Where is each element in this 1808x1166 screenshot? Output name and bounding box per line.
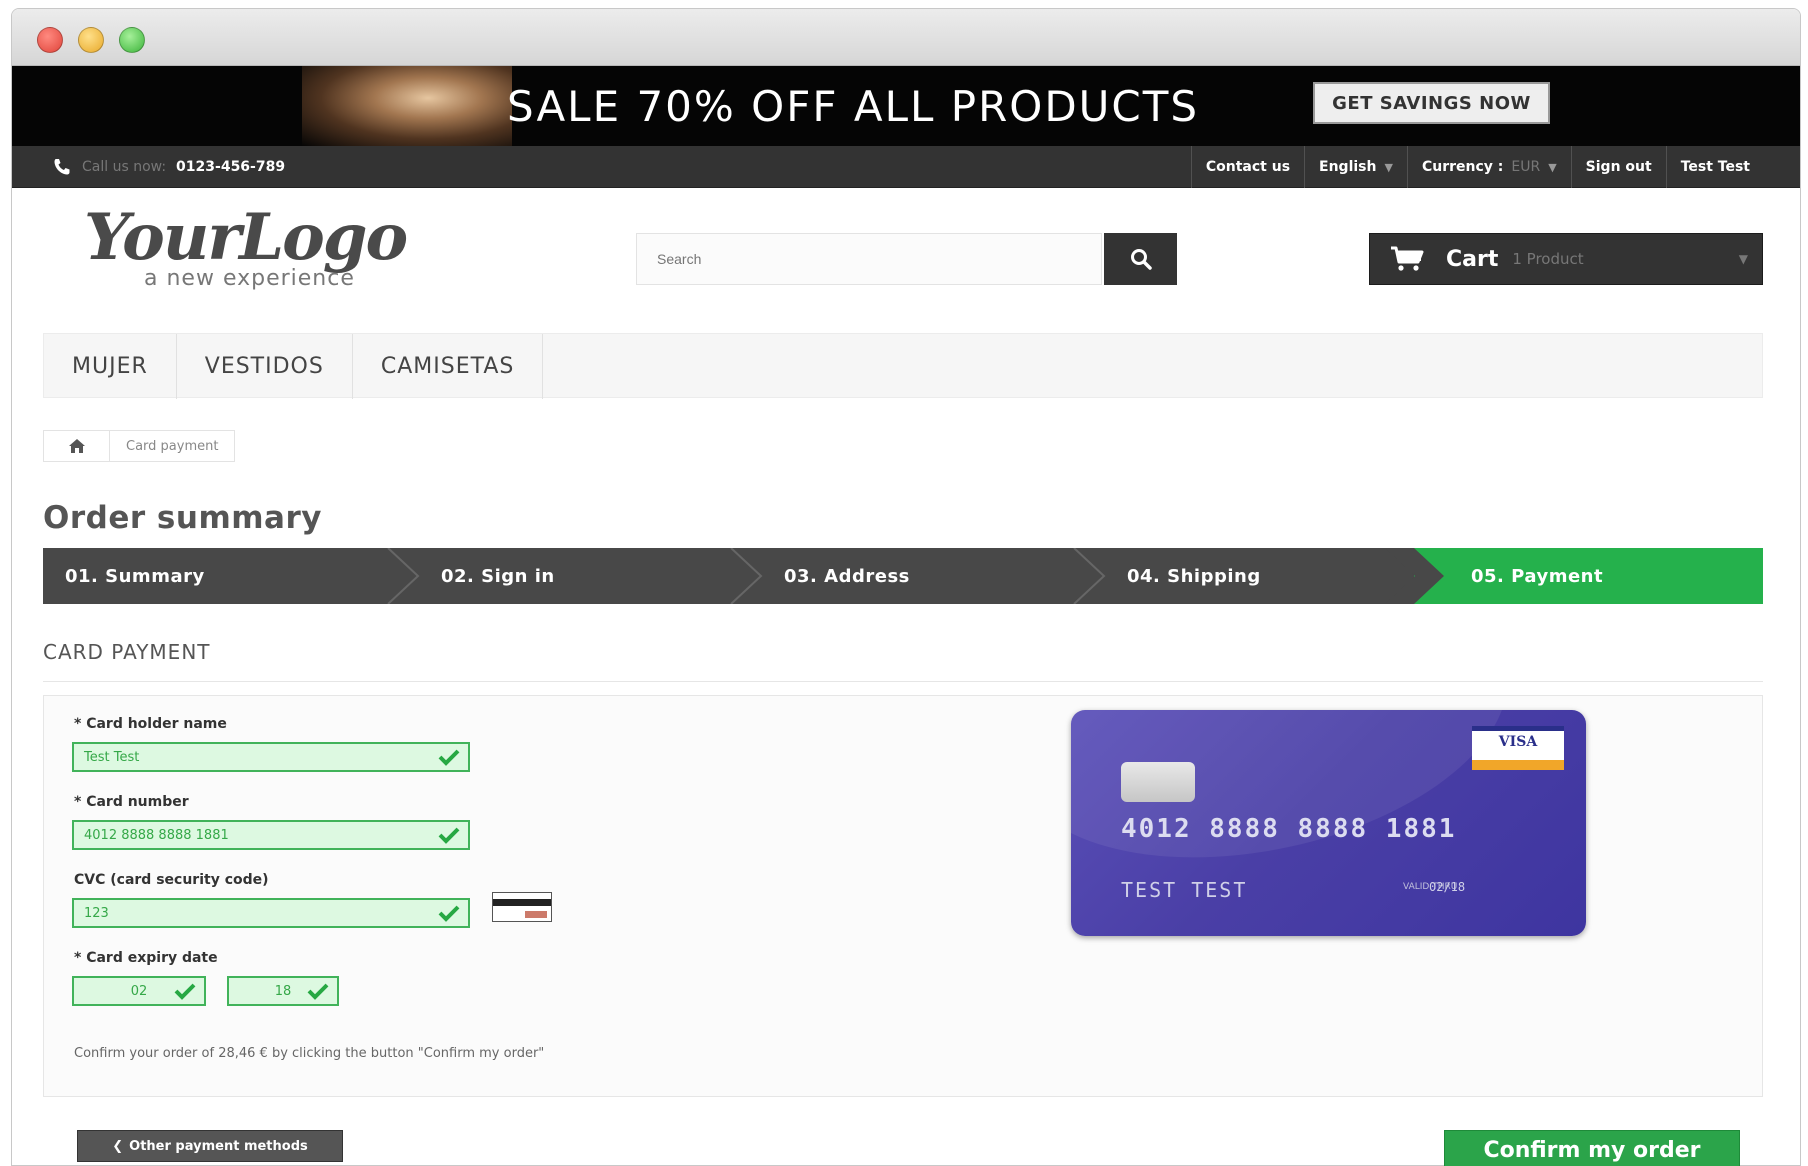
- card-number-field[interactable]: 4012 8888 8888 1881: [72, 820, 470, 850]
- phone-icon: [54, 159, 70, 175]
- checkmark-icon: [438, 749, 460, 766]
- currency-label: Currency :: [1421, 159, 1504, 175]
- card-preview-expiry: 02/18: [1429, 880, 1466, 894]
- currency-selector[interactable]: Currency : EUR ▼: [1406, 146, 1571, 188]
- section-divider: [43, 681, 1763, 682]
- visa-logo-icon: VISA: [1472, 726, 1564, 770]
- search-icon: [1130, 249, 1152, 270]
- cart-count: 1 Product: [1512, 250, 1584, 268]
- holder-label: * Card holder name: [74, 716, 227, 732]
- cvc-field[interactable]: 123: [72, 898, 470, 928]
- expiry-year-select[interactable]: 18: [227, 976, 339, 1006]
- call-label: Call us now:: [82, 159, 167, 175]
- number-label: * Card number: [74, 794, 189, 810]
- close-window-button[interactable]: [37, 27, 63, 53]
- expiry-month-select[interactable]: 02: [72, 976, 206, 1006]
- step-address[interactable]: 03. Address: [784, 548, 910, 604]
- minimize-window-button[interactable]: [78, 27, 104, 53]
- section-heading: CARD PAYMENT: [43, 640, 211, 664]
- logo-wordmark: YourLogo: [84, 200, 408, 275]
- promo-banner[interactable]: SALE 70% OFF ALL PRODUCTS GET SAVINGS NO…: [12, 66, 1800, 146]
- other-payment-methods-button[interactable]: ❮ Other payment methods: [77, 1130, 343, 1162]
- card-chip-icon: [1121, 762, 1195, 802]
- sign-out-label: Sign out: [1585, 159, 1652, 175]
- card-holder-field[interactable]: Test Test: [72, 742, 470, 772]
- checkmark-icon: [307, 983, 329, 1000]
- confirm-order-button[interactable]: Confirm my order: [1444, 1130, 1740, 1166]
- menu-item-vestidos[interactable]: VESTIDOS: [177, 334, 353, 399]
- menu-item-mujer[interactable]: MUJER: [44, 334, 177, 399]
- chevron-down-icon: ▼: [1548, 160, 1557, 174]
- page-title: Order summary: [43, 500, 322, 536]
- phone-number: 0123-456-789: [176, 159, 286, 175]
- main-menu: MUJER VESTIDOS CAMISETAS: [43, 333, 1763, 399]
- card-preview-holder: TEST TEST: [1121, 878, 1248, 902]
- maximize-window-button[interactable]: [119, 27, 145, 53]
- get-savings-button[interactable]: GET SAVINGS NOW: [1313, 82, 1550, 124]
- contact-us-link[interactable]: Contact us: [1190, 146, 1304, 188]
- checkmark-icon: [174, 983, 196, 1000]
- contact-us-label: Contact us: [1205, 159, 1291, 175]
- account-name: Test Test: [1680, 159, 1750, 175]
- cvc-label: CVC (card security code): [74, 872, 269, 888]
- cart-icon: [1391, 246, 1424, 271]
- banner-headline: SALE 70% OFF ALL PRODUCTS: [507, 82, 1200, 131]
- search-button[interactable]: [1104, 233, 1177, 285]
- currency-value: EUR: [1511, 159, 1541, 175]
- home-icon: [68, 439, 85, 453]
- other-payment-methods-label: Other payment methods: [129, 1138, 308, 1154]
- checkout-steps: 01. Summary 02. Sign in 03. Address 04. …: [43, 548, 1763, 604]
- step-shipping[interactable]: 04. Shipping: [1127, 548, 1261, 604]
- card-preview-number: 4012 8888 8888 1881: [1121, 814, 1457, 844]
- window-titlebar: [12, 9, 1800, 66]
- confirm-instructions: Confirm your order of 28,46 € by clickin…: [74, 1046, 545, 1061]
- expiry-label: * Card expiry date: [74, 950, 218, 966]
- logo-tagline: a new experience: [144, 266, 355, 291]
- language-label: English: [1319, 159, 1377, 175]
- chevron-down-icon: ▼: [1384, 160, 1393, 174]
- credit-card-preview: VISA 4012 8888 8888 1881 TEST TEST VALID…: [1071, 710, 1586, 936]
- expiry-year-value: 18: [274, 983, 292, 999]
- card-brand: VISA: [1498, 734, 1538, 750]
- cvc-card-back-icon: [492, 892, 552, 922]
- top-nav-links: Contact us English ▼ Currency : EUR ▼ Si…: [1190, 146, 1764, 188]
- sign-out-link[interactable]: Sign out: [1570, 146, 1666, 188]
- search-input[interactable]: [636, 233, 1102, 285]
- account-link[interactable]: Test Test: [1665, 146, 1764, 188]
- breadcrumb-home[interactable]: [44, 431, 110, 461]
- step-sign-in[interactable]: 02. Sign in: [441, 548, 555, 604]
- site-logo[interactable]: YourLogo a new experience: [84, 200, 504, 300]
- card-holder-value: Test Test: [84, 749, 140, 765]
- top-nav: Call us now: 0123-456-789 Contact us Eng…: [12, 146, 1800, 188]
- chevron-left-icon: ❮: [112, 1138, 124, 1154]
- chevron-down-icon: ▼: [1738, 252, 1748, 266]
- language-selector[interactable]: English ▼: [1304, 146, 1407, 188]
- step-payment[interactable]: 05. Payment: [1471, 548, 1603, 604]
- step-summary[interactable]: 01. Summary: [65, 548, 205, 604]
- phone-info: Call us now: 0123-456-789: [52, 152, 285, 182]
- breadcrumb: Card payment: [43, 430, 236, 462]
- cart-label: Cart: [1446, 246, 1499, 272]
- expiry-month-value: 02: [130, 983, 148, 999]
- cart-button[interactable]: Cart 1 Product ▼: [1369, 233, 1763, 285]
- cvc-value: 123: [84, 905, 109, 921]
- card-number-value: 4012 8888 8888 1881: [84, 827, 229, 843]
- checkmark-icon: [438, 827, 460, 844]
- breadcrumb-current: Card payment: [126, 438, 219, 454]
- menu-item-camisetas[interactable]: CAMISETAS: [353, 334, 544, 399]
- banner-model-photo: [302, 66, 512, 146]
- checkmark-icon: [438, 905, 460, 922]
